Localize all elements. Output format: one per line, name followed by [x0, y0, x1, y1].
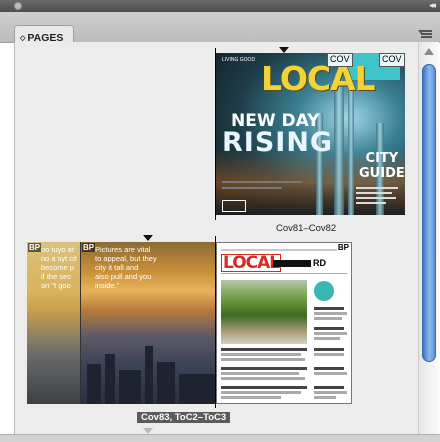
cover-masthead: LOCAL: [261, 59, 376, 98]
panel-menu-icon[interactable]: [418, 29, 432, 41]
cover-tagline: LIVING GOOD: [222, 57, 256, 63]
master-tag-bp: BP: [336, 243, 350, 252]
cover-city-guide: CITY GUIDE: [359, 151, 405, 181]
toc-badge: [314, 281, 334, 301]
cover-headline-main: RISING: [222, 127, 334, 158]
master-tag-bp: BP: [82, 243, 96, 252]
close-panel-icon[interactable]: [14, 2, 22, 10]
master-tag-bp: BP: [28, 243, 42, 252]
scroll-up-arrow-icon[interactable]: [424, 48, 434, 55]
page-thumbnail-toc-right[interactable]: BP LOCAL RD: [216, 242, 352, 404]
spread-label-selected[interactable]: Cov83, ToC2–ToC3: [137, 412, 231, 423]
panel-tab-bar: ◇ PAGES: [0, 12, 440, 55]
toc-pull-quote: Pictures are vital to appeal, but they c…: [95, 245, 157, 290]
spread-label[interactable]: Cov81–Cov82: [276, 223, 336, 234]
page-thumbnail-toc-left[interactable]: BP BP oo tuyo at no a syt cit become p i…: [27, 242, 215, 404]
toc-masthead-suffix: RD: [313, 258, 326, 268]
toc-body-text: oo tuyo at no a syt cit become p if the …: [41, 245, 77, 290]
vertical-scrollbar[interactable]: [418, 42, 439, 434]
spread-indicator-icon: [143, 235, 153, 241]
spread-indicator-icon: [143, 428, 153, 434]
collapse-panel-icon[interactable]: ◂◂: [429, 0, 436, 11]
master-tag-cov: COV: [379, 53, 405, 67]
toc-photo: [221, 280, 307, 344]
scroll-thumb[interactable]: [422, 64, 436, 362]
panel-titlebar[interactable]: ◂◂: [0, 0, 440, 12]
page-thumbnail-cover[interactable]: LIVING GOOD LOCAL COV COV NEW DAY RISING…: [216, 53, 405, 215]
master-tag-cov: COV: [327, 53, 353, 67]
cover-barcode: [222, 200, 246, 212]
tab-arrows-icon: ◇: [20, 35, 26, 42]
